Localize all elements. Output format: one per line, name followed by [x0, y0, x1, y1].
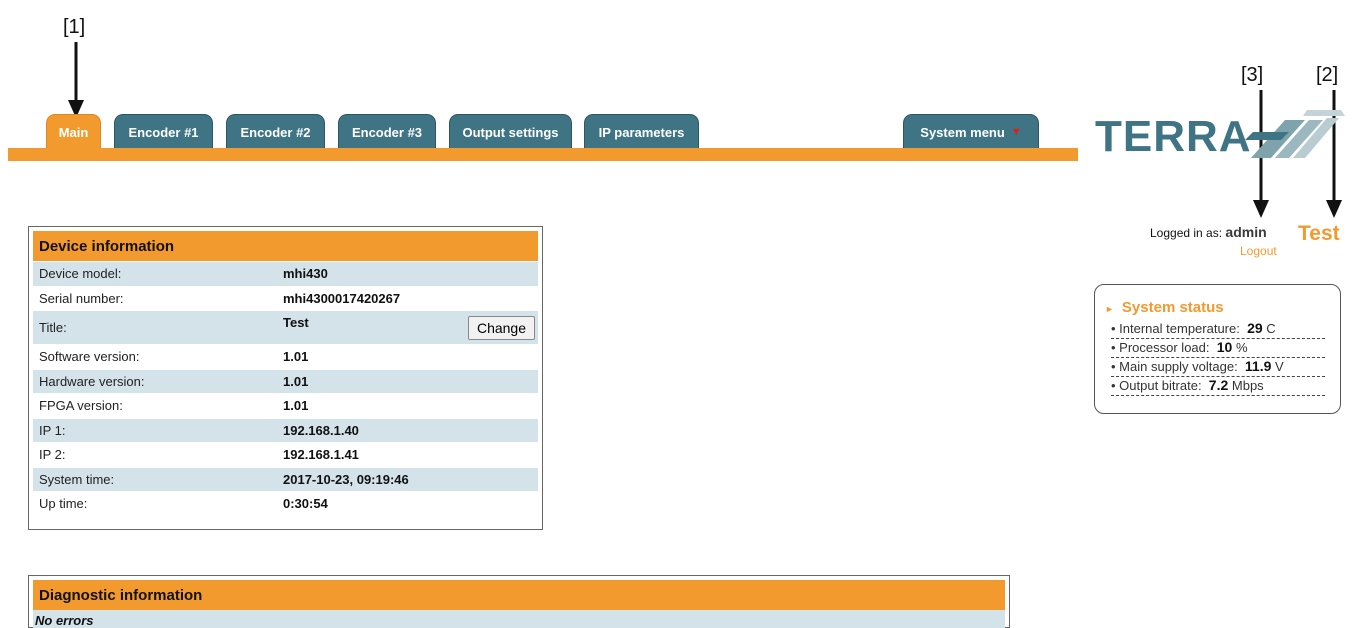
- table-row: Up time: 0:30:54: [33, 491, 538, 516]
- logged-in-info: Logged in as: admin: [1150, 224, 1267, 240]
- status-unit: Mbps: [1231, 378, 1264, 393]
- row-key: Hardware version:: [39, 373, 145, 389]
- system-menu-button[interactable]: System menu ▼: [903, 114, 1039, 149]
- system-status-title: ► System status: [1105, 299, 1330, 316]
- logged-in-user: admin: [1225, 224, 1267, 240]
- tab-encoder-1[interactable]: Encoder #1: [114, 114, 213, 149]
- status-value: 11.9: [1244, 358, 1272, 374]
- terra-logo: TERRA: [1095, 104, 1355, 164]
- status-row: • Processor load: 10 %: [1105, 339, 1330, 358]
- status-label: Main supply voltage:: [1119, 359, 1238, 374]
- tab-encoder-2[interactable]: Encoder #2: [226, 114, 325, 149]
- row-key: Serial number:: [39, 290, 124, 306]
- callout-2: [2]: [1316, 64, 1339, 86]
- device-information-title: Device information: [33, 231, 538, 261]
- table-row: FPGA version: 1.01: [33, 393, 538, 418]
- diagnostic-information-panel: Diagnostic information No errors: [28, 575, 1010, 628]
- status-label: Output bitrate:: [1119, 378, 1202, 393]
- status-label: Internal temperature:: [1119, 321, 1240, 336]
- status-unit: V: [1275, 359, 1284, 374]
- row-value: 1.01: [283, 398, 309, 414]
- system-menu-label: System menu: [920, 124, 1005, 140]
- logo-stripes-icon: [1245, 110, 1345, 158]
- triangle-right-icon: ►: [1105, 304, 1114, 314]
- tab-main[interactable]: Main: [46, 114, 101, 149]
- tab-bar-underline: [8, 148, 1078, 161]
- row-key: Title:: [39, 320, 67, 335]
- table-row: IP 1: 192.168.1.40: [33, 417, 538, 442]
- row-key: Up time:: [39, 496, 88, 512]
- status-unit: C: [1266, 321, 1276, 336]
- row-key: Device model:: [39, 266, 122, 282]
- device-information-panel: Device information Device model: mhi430 S…: [28, 226, 543, 530]
- device-information-rows: Device model: mhi430 Serial number: mhi430…: [33, 261, 538, 516]
- tab-output-settings[interactable]: Output settings: [449, 114, 572, 149]
- table-row-title: Title: Test Change: [33, 310, 538, 344]
- status-row: • Output bitrate: 7.2 Mbps: [1105, 377, 1330, 396]
- row-value: 1.01: [283, 349, 309, 365]
- status-label: Processor load:: [1119, 340, 1210, 355]
- table-row: IP 2: 192.168.1.41: [33, 442, 538, 467]
- tab-encoder-3[interactable]: Encoder #3: [338, 114, 436, 149]
- row-value-title: Test Change: [283, 311, 538, 344]
- status-unit: %: [1235, 340, 1248, 355]
- main-nav: Main Encoder #1 Encoder #2 Encoder #3 Ou…: [0, 0, 1080, 162]
- tab-ip-parameters[interactable]: IP parameters: [584, 114, 699, 149]
- row-value: 0:30:54: [283, 496, 328, 512]
- status-value: 29: [1247, 320, 1263, 336]
- row-key: System time:: [39, 471, 115, 487]
- status-value: 7.2: [1208, 377, 1229, 393]
- row-value: 2017-10-23, 09:19:46: [283, 471, 409, 487]
- row-key: IP 1:: [39, 422, 66, 438]
- status-row: • Main supply voltage: 11.9 V: [1105, 358, 1330, 377]
- row-value: 1.01: [283, 373, 309, 389]
- status-row: • Internal temperature: 29 C: [1105, 320, 1330, 339]
- caret-down-icon: ▼: [1010, 126, 1022, 138]
- logout-link[interactable]: Logout: [1240, 244, 1277, 258]
- diagnostic-message: No errors: [33, 610, 1005, 628]
- title-value: Test: [283, 315, 309, 330]
- diagnostic-information-title: Diagnostic information: [33, 580, 1005, 610]
- row-value: mhi430: [283, 266, 328, 282]
- row-key: IP 2:: [39, 447, 66, 463]
- callout-3: [3]: [1241, 64, 1264, 86]
- row-value: 192.168.1.40: [283, 422, 359, 438]
- status-value: 10: [1216, 339, 1233, 355]
- table-row: Software version: 1.01: [33, 344, 538, 369]
- device-name: Test: [1298, 222, 1340, 245]
- row-value: mhi4300017420267: [283, 290, 401, 306]
- row-key: Software version:: [39, 349, 140, 365]
- change-title-button[interactable]: Change: [467, 316, 535, 340]
- system-status-title-text: System status: [1121, 299, 1224, 316]
- logo-text: TERRA: [1095, 112, 1252, 161]
- row-key: FPGA version:: [39, 398, 123, 414]
- table-row: Hardware version: 1.01: [33, 368, 538, 393]
- row-value: 192.168.1.41: [283, 447, 359, 463]
- table-row: Device model: mhi430: [33, 261, 538, 286]
- table-row: Serial number: mhi4300017420267: [33, 285, 538, 310]
- system-status-panel: ► System status • Internal temperature: 2…: [1094, 284, 1341, 414]
- logged-in-prefix: Logged in as:: [1150, 226, 1223, 240]
- table-row: System time: 2017-10-23, 09:19:46: [33, 466, 538, 491]
